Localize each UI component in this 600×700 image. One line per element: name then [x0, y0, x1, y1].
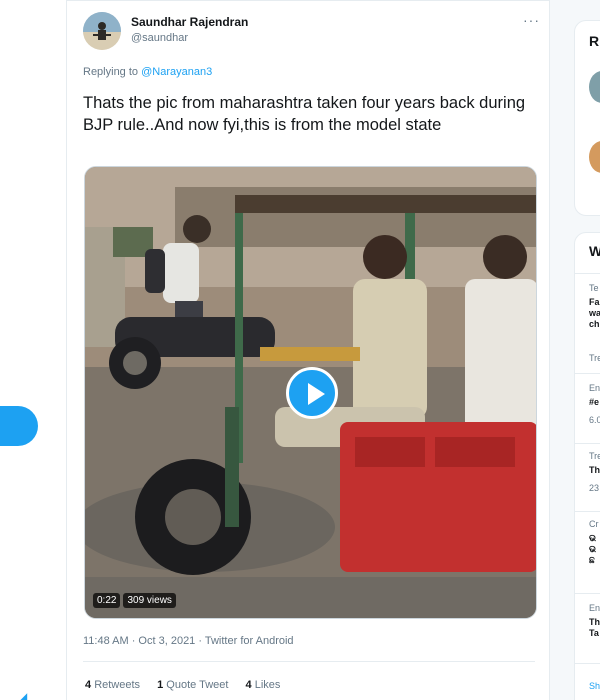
- avatar[interactable]: [83, 12, 121, 50]
- replying-to: Replying to @Narayanan3: [83, 66, 212, 78]
- tweet-compose-button[interactable]: [0, 406, 38, 446]
- author-handle[interactable]: @saundhar: [131, 32, 188, 44]
- divider: [575, 511, 600, 512]
- avatar[interactable]: [589, 71, 600, 103]
- trend-meta: 23: [589, 483, 600, 493]
- tweet-stats: 4 Retweets 1 Quote Tweet 4 Likes: [85, 679, 294, 691]
- tweet-meta[interactable]: 11:48 AM · Oct 3, 2021 · Twitter for And…: [83, 635, 294, 647]
- show-more-link[interactable]: Sh: [589, 681, 600, 692]
- replying-to-label: Replying to: [83, 66, 139, 78]
- left-nav: ◢: [0, 0, 66, 700]
- card-heading: R: [589, 33, 600, 49]
- retweets-count: 4: [85, 679, 92, 691]
- divider: [67, 0, 549, 1]
- trend-meta: 6.0: [589, 415, 600, 425]
- quotes-label: Quote Tweet: [166, 679, 229, 691]
- trend-title[interactable]: Th: [589, 465, 600, 476]
- divider: [575, 443, 600, 444]
- trend-category: Te: [589, 283, 599, 293]
- trend-category: En: [589, 603, 600, 613]
- play-icon[interactable]: [286, 367, 338, 419]
- divider: [575, 373, 600, 374]
- likes-label: Likes: [254, 679, 281, 691]
- divider: [83, 661, 535, 662]
- retweets-stat[interactable]: 4 Retweets: [85, 679, 140, 691]
- video-player[interactable]: 0:22 309 views: [84, 166, 537, 619]
- tweet-text: Thats the pic from maharashtra taken fou…: [83, 94, 526, 134]
- author-name[interactable]: Saundhar Rajendran: [131, 15, 248, 29]
- reply-mention-link[interactable]: @Narayanan3: [141, 66, 212, 78]
- card-heading: W: [589, 243, 600, 259]
- retweets-label: Retweets: [94, 679, 141, 691]
- relevant-people-card: R: [574, 20, 600, 216]
- trend-category: Cr: [589, 519, 599, 529]
- more-horizontal-icon[interactable]: ···: [523, 12, 540, 28]
- trend-title[interactable]: Fa wa ch: [589, 297, 600, 330]
- avatar-image: [83, 12, 121, 50]
- likes-count: 4: [245, 679, 252, 691]
- video-duration: 0:22: [93, 593, 121, 608]
- trend-meta: Tre: [589, 353, 600, 363]
- trend-category: Tre: [589, 451, 600, 461]
- trend-title[interactable]: ଭ ଭ ଛ: [589, 533, 596, 566]
- quote-tweets-stat[interactable]: 1 Quote Tweet: [157, 679, 228, 691]
- quotes-count: 1: [157, 679, 164, 691]
- account-menu-icon[interactable]: ◢: [18, 690, 27, 700]
- trend-title[interactable]: Th Ta: [589, 617, 600, 639]
- tweet-detail: Saundhar Rajendran @saundhar ··· Replyin…: [66, 0, 550, 700]
- likes-stat[interactable]: 4 Likes: [246, 679, 281, 691]
- video-views: 309 views: [123, 593, 176, 608]
- whats-happening-card: W Te Fa wa ch Tre En #e 6.0 Tre Th 23 Cr…: [574, 232, 600, 700]
- divider: [575, 593, 600, 594]
- video-badges: 0:22 309 views: [93, 593, 176, 608]
- trend-title[interactable]: #e: [589, 397, 599, 408]
- divider: [575, 273, 600, 274]
- avatar[interactable]: [589, 141, 600, 173]
- divider: [575, 663, 600, 664]
- right-sidebar: R W Te Fa wa ch Tre En #e 6.0 Tre Th 23 …: [550, 0, 600, 700]
- trend-category: En: [589, 383, 600, 393]
